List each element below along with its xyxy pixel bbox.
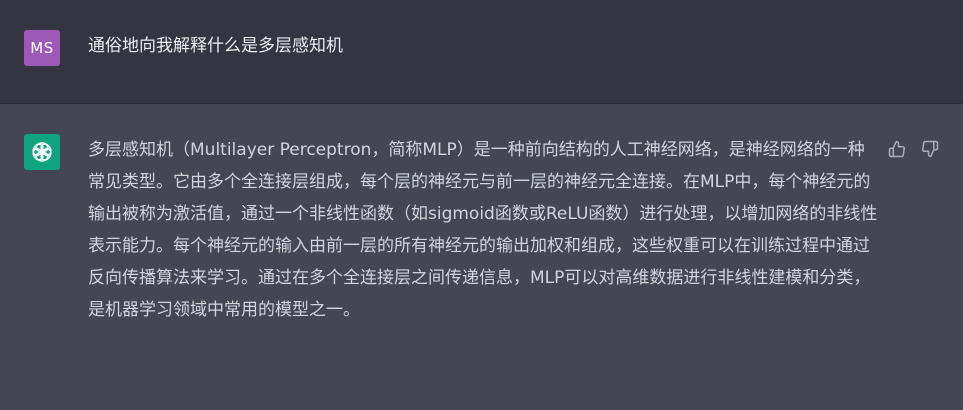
user-message-row: MS 通俗地向我解释什么是多层感知机 bbox=[0, 0, 963, 104]
assistant-message-row: 多层感知机（Multilayer Perceptron，简称MLP）是一种前向结… bbox=[0, 104, 963, 410]
openai-logo-icon bbox=[24, 134, 60, 170]
thumbs-up-icon[interactable] bbox=[886, 138, 908, 160]
assistant-message-text: 多层感知机（Multilayer Perceptron，简称MLP）是一种前向结… bbox=[88, 140, 878, 320]
user-message-text: 通俗地向我解释什么是多层感知机 bbox=[88, 36, 343, 56]
thumbs-down-icon[interactable] bbox=[919, 138, 941, 160]
user-avatar: MS bbox=[24, 30, 60, 66]
